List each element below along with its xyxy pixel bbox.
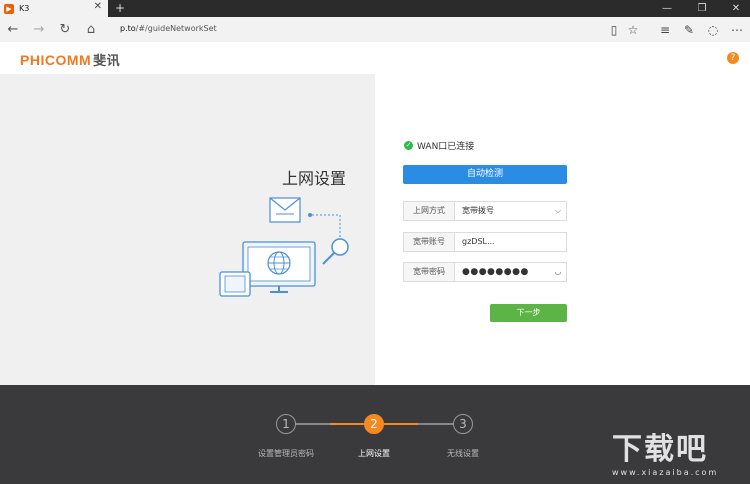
help-button[interactable]: ? [727, 52, 739, 64]
new-tab-button[interactable]: + [113, 0, 127, 17]
check-circle-icon: ✓ [404, 141, 413, 150]
password-field[interactable]: 宽带密码 ●●●●●●●● ◡ [403, 262, 567, 282]
tablet-icon [219, 271, 251, 297]
window-close-button[interactable]: ✕ [724, 0, 748, 17]
refresh-icon[interactable]: ↻ [56, 21, 74, 39]
step-2-circle[interactable]: 2 [364, 414, 384, 434]
step-3-label: 无线设置 [447, 449, 479, 458]
step-connector-active [330, 423, 365, 425]
tab-close-button[interactable]: ✕ [94, 1, 102, 12]
account-field[interactable]: 宽带账号 gzDSL... [403, 232, 567, 252]
connection-type-value[interactable]: 宽带拨号 [455, 202, 550, 220]
chevron-down-icon[interactable]: ⌵ [550, 202, 566, 220]
step-2-label: 上网设置 [358, 449, 390, 458]
forward-arrow-icon[interactable]: → [30, 21, 48, 39]
form-panel [375, 74, 750, 385]
home-icon[interactable]: ⌂ [82, 21, 100, 39]
hub-menu-icon[interactable]: ≡ [656, 21, 674, 39]
step-3-circle[interactable]: 3 [453, 414, 473, 434]
wan-status-text: WAN口已连接 [417, 142, 475, 152]
page-title: 上网设置 [282, 169, 347, 188]
envelope-icon [269, 197, 301, 223]
magnifier-icon [322, 238, 349, 265]
site-favicon-icon: ▶ [4, 3, 14, 14]
url-field[interactable]: p.to/#/guideNetworkSet [120, 24, 217, 33]
minimize-button[interactable]: — [655, 0, 679, 17]
phicomm-logo: PHICOMM 斐讯 [20, 50, 120, 69]
account-label: 宽带账号 [404, 233, 455, 251]
eye-toggle-icon[interactable]: ◡ [550, 263, 566, 281]
step-1-label: 设置管理员密码 [258, 449, 314, 458]
url-host: p.to [120, 24, 136, 33]
restore-button[interactable]: ❐ [690, 0, 714, 17]
password-input[interactable]: ●●●●●●●● [455, 263, 550, 281]
step-connector-active [383, 423, 418, 425]
favorite-star-icon[interactable]: ☆ [624, 21, 642, 39]
tab-title: K3 [19, 4, 30, 13]
share-icon[interactable]: ◌ [704, 21, 722, 39]
browser-tab[interactable]: ▶ K3 ✕ [0, 0, 108, 17]
url-path: /#/guideNetworkSet [135, 24, 217, 33]
watermark-text: 下载吧 [612, 432, 708, 467]
watermark: 下载吧 www.xiazaiba.com [612, 424, 718, 477]
more-menu-icon[interactable]: ⋯ [728, 21, 746, 39]
web-note-icon[interactable]: ✎ [680, 21, 698, 39]
auto-detect-button[interactable]: 自动检测 [403, 165, 567, 184]
connection-type-label: 上网方式 [404, 202, 455, 220]
monitor-icon [242, 241, 316, 293]
logo-en: PHICOMM [20, 52, 92, 68]
wan-status: ✓ WAN口已连接 [404, 139, 474, 152]
back-arrow-icon[interactable]: ← [4, 21, 22, 39]
step-connector [418, 423, 453, 425]
connection-type-select[interactable]: 上网方式 宽带拨号 ⌵ [403, 201, 567, 221]
watermark-url: www.xiazaiba.com [612, 468, 719, 477]
logo-cn: 斐讯 [93, 53, 121, 68]
password-label: 宽带密码 [404, 263, 455, 281]
step-1-circle[interactable]: 1 [276, 414, 296, 434]
reading-view-icon[interactable]: ▯ [605, 21, 623, 39]
network-illustration [219, 197, 349, 297]
next-step-button[interactable]: 下一步 [490, 304, 567, 322]
account-input[interactable]: gzDSL... [455, 233, 566, 251]
